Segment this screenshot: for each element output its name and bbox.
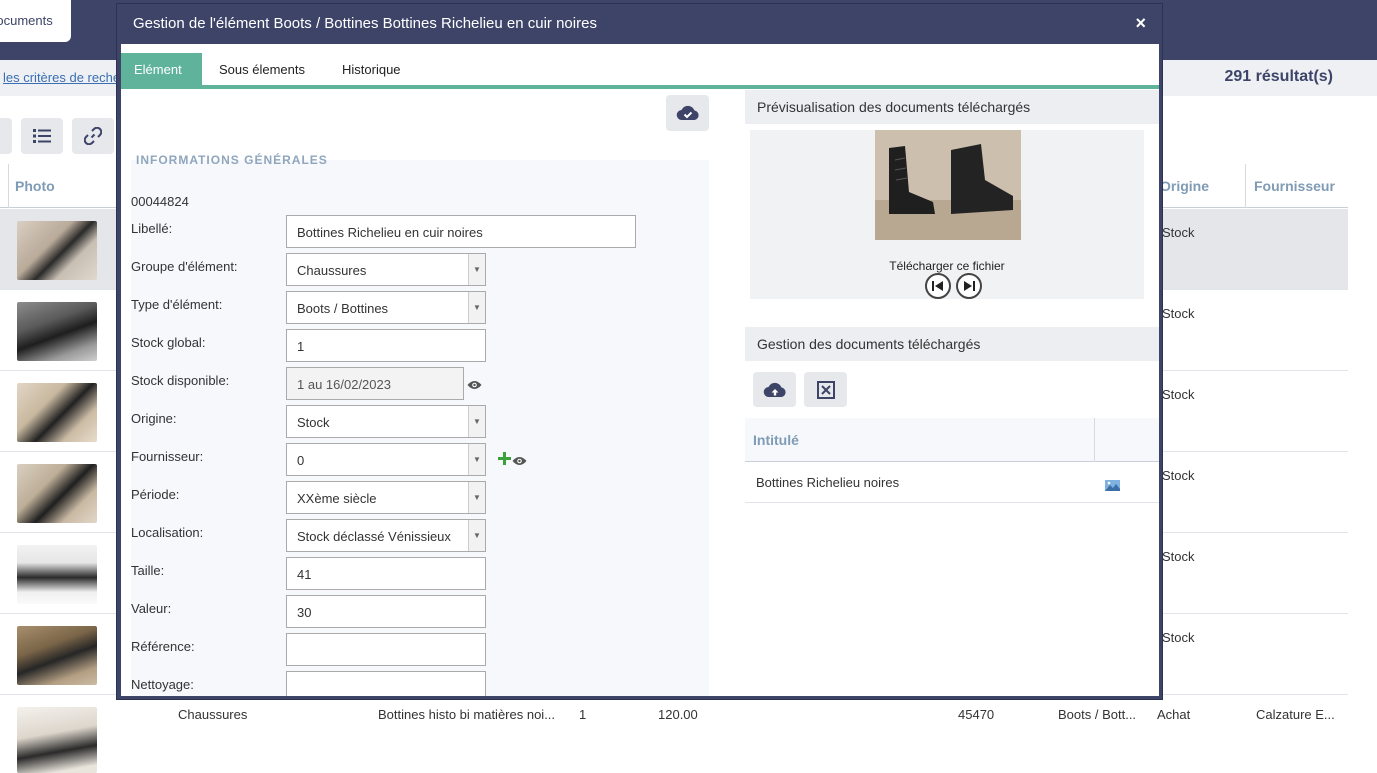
boot-photo-thumbnail[interactable]	[17, 383, 97, 442]
boot-photo-thumbnail[interactable]	[17, 221, 97, 280]
documents-panel: Prévisualisation des documents télécharg…	[745, 88, 1159, 696]
element-form: INFORMATIONS GÉNÉRALES 00044824 Libellé:…	[121, 88, 709, 696]
download-file-link[interactable]: Télécharger ce fichier	[750, 259, 1144, 273]
stock-disponible-input: 1 au 16/02/2023	[286, 367, 464, 400]
cloud-upload-icon	[763, 382, 786, 398]
upload-button[interactable]	[753, 372, 796, 407]
close-icon[interactable]: ×	[1135, 13, 1146, 34]
chevron-down-icon: ▼	[468, 254, 485, 285]
modal-body: Elément Sous élements Historique INFORMA…	[121, 44, 1159, 696]
eye-icon[interactable]	[512, 455, 527, 469]
localisation-select[interactable]: Stock déclassé Vénissieux ▼	[286, 519, 486, 552]
boot-photo-thumbnail[interactable]	[17, 545, 97, 604]
label-origine: Origine:	[131, 411, 177, 426]
col-photo[interactable]: Photo	[15, 178, 55, 194]
link-icon	[84, 127, 102, 145]
label-stock-disponible: Stock disponible:	[131, 373, 230, 388]
boot-photo-thumbnail[interactable]	[17, 464, 97, 523]
periode-select[interactable]: XXème siècle ▼	[286, 481, 486, 514]
label-periode: Période:	[131, 487, 180, 502]
label-localisation: Localisation:	[131, 525, 204, 540]
result-count: 291 résultat(s)	[1224, 68, 1334, 85]
boot-photo-thumbnail[interactable]	[17, 302, 97, 361]
groupe-select[interactable]: Chaussures ▼	[286, 253, 486, 286]
chevron-down-icon: ▼	[468, 406, 485, 437]
boot-preview-image	[875, 130, 1021, 240]
skip-next-icon	[964, 281, 975, 291]
nettoyage-input[interactable]	[286, 671, 486, 696]
bg-toolbar-button[interactable]	[0, 118, 12, 154]
docs-management-title: Gestion des documents téléchargés	[745, 327, 1159, 361]
taille-input[interactable]: 41	[286, 557, 486, 590]
reference-input[interactable]	[286, 633, 486, 666]
boot-photo-thumbnail[interactable]	[17, 707, 97, 773]
list-view-button[interactable]	[21, 118, 63, 154]
tab-element[interactable]: Elément	[121, 53, 202, 85]
modal-title: Gestion de l'élément Boots / Bottines Bo…	[133, 15, 597, 32]
chevron-down-icon: ▼	[468, 520, 485, 551]
add-supplier-icon[interactable]	[498, 450, 511, 470]
skip-previous-icon	[932, 281, 943, 291]
list-icon	[33, 129, 51, 143]
col-intitule[interactable]: Intitulé	[753, 432, 799, 448]
section-title: INFORMATIONS GÉNÉRALES	[136, 153, 328, 167]
chevron-down-icon: ▼	[468, 444, 485, 475]
label-stock-global: Stock global:	[131, 335, 206, 350]
delete-document-button[interactable]	[804, 372, 847, 407]
cloud-check-icon	[676, 105, 699, 121]
libelle-input[interactable]: Bottines Richelieu en cuir noires	[286, 215, 636, 248]
table-row[interactable]: Chaussures Bottines histo bi matières no…	[0, 695, 1348, 773]
boot-photo-thumbnail[interactable]	[17, 626, 97, 685]
label-fournisseur: Fournisseur:	[131, 449, 204, 464]
link-button[interactable]	[72, 118, 114, 154]
label-taille: Taille:	[131, 563, 165, 578]
tab-documents[interactable]: Documents	[0, 0, 71, 42]
modal-tabs: Elément Sous élements Historique	[121, 53, 1159, 89]
label-valeur: Valeur:	[131, 601, 172, 616]
label-groupe: Groupe d'élément:	[131, 259, 238, 274]
type-select[interactable]: Boots / Bottines ▼	[286, 291, 486, 324]
label-reference: Référence:	[131, 639, 195, 654]
element-id: 00044824	[131, 194, 189, 209]
label-libelle: Libellé:	[131, 221, 173, 236]
tab-historique[interactable]: Historique	[329, 53, 414, 85]
label-nettoyage: Nettoyage:	[131, 677, 194, 692]
element-management-modal: Gestion de l'élément Boots / Bottines Bo…	[116, 3, 1163, 700]
stock-global-input[interactable]: 1	[286, 329, 486, 362]
tab-sous-elements[interactable]: Sous élements	[206, 53, 318, 85]
docs-table-header: Intitulé	[745, 418, 1159, 462]
save-button[interactable]	[666, 95, 709, 131]
chevron-down-icon: ▼	[468, 292, 485, 323]
col-origine[interactable]: Origine	[1160, 178, 1209, 194]
valeur-input[interactable]: 30	[286, 595, 486, 628]
close-box-icon	[816, 380, 835, 399]
preview-box: Télécharger ce fichier	[750, 130, 1144, 299]
image-icon[interactable]	[1105, 479, 1120, 491]
next-document-button[interactable]	[956, 273, 982, 299]
fournisseur-select[interactable]: 0 ▼	[286, 443, 486, 476]
previous-document-button[interactable]	[925, 273, 951, 299]
origine-select[interactable]: Stock ▼	[286, 405, 486, 438]
table-row[interactable]: Bottines Richelieu noires	[745, 462, 1159, 503]
doc-title: Bottines Richelieu noires	[756, 475, 900, 490]
search-criteria-link[interactable]: les critères de recherche	[3, 70, 118, 85]
label-type: Type d'élément:	[131, 297, 223, 312]
chevron-down-icon: ▼	[468, 482, 485, 513]
eye-icon[interactable]	[467, 379, 482, 393]
preview-title: Prévisualisation des documents télécharg…	[745, 90, 1159, 124]
col-fournisseur[interactable]: Fournisseur	[1254, 178, 1335, 194]
